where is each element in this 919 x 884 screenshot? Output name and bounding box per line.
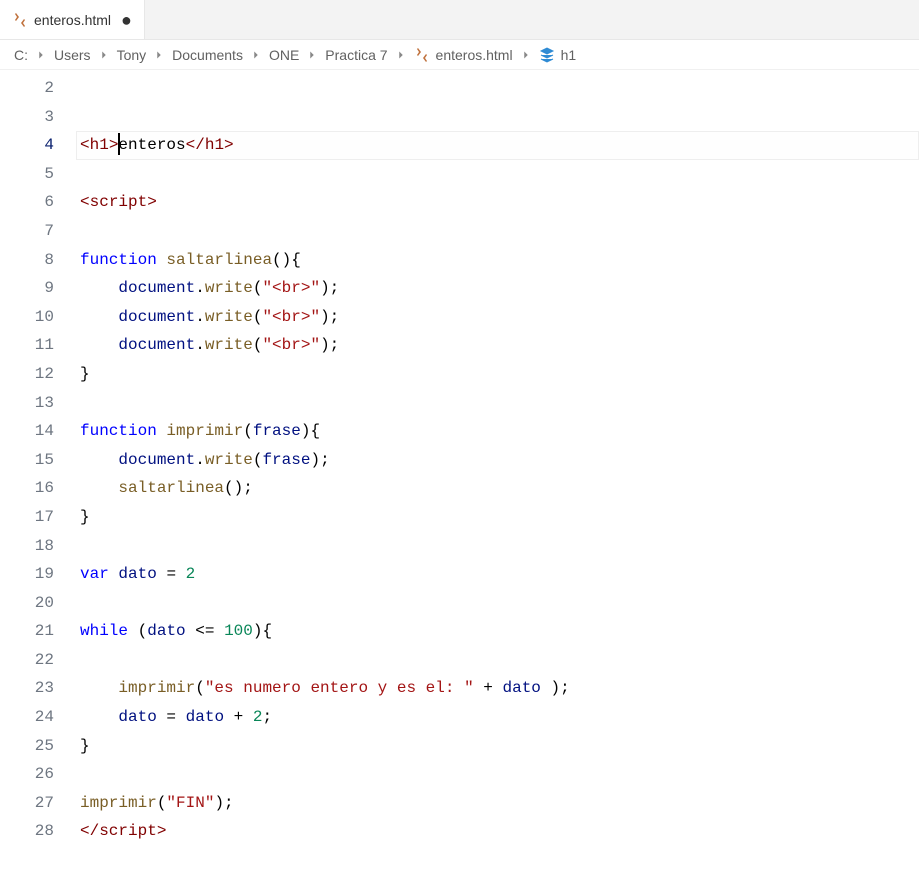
- chevron-right-icon: [249, 48, 263, 62]
- line-number[interactable]: 11: [0, 331, 54, 360]
- line-number[interactable]: 17: [0, 503, 54, 532]
- html-file-icon: [414, 47, 430, 63]
- chevron-right-icon: [97, 48, 111, 62]
- html-file-icon: [12, 12, 28, 28]
- line-number[interactable]: 9: [0, 274, 54, 303]
- code-line[interactable]: document.write("<br>");: [76, 303, 919, 332]
- line-number[interactable]: 20: [0, 589, 54, 618]
- code-line[interactable]: dato = dato + 2;: [76, 703, 919, 732]
- line-number[interactable]: 27: [0, 789, 54, 818]
- breadcrumb: C: Users Tony Documents ONE Practica 7 e…: [0, 40, 919, 70]
- code-line[interactable]: [76, 74, 919, 103]
- code-line[interactable]: function imprimir(frase){: [76, 417, 919, 446]
- line-number[interactable]: 18: [0, 532, 54, 561]
- line-number[interactable]: 26: [0, 760, 54, 789]
- line-number[interactable]: 16: [0, 474, 54, 503]
- breadcrumb-part[interactable]: ONE: [269, 47, 299, 63]
- line-number[interactable]: 13: [0, 389, 54, 418]
- line-number[interactable]: 25: [0, 732, 54, 761]
- line-number[interactable]: 19: [0, 560, 54, 589]
- breadcrumb-symbol[interactable]: h1: [561, 47, 577, 63]
- line-number[interactable]: 10: [0, 303, 54, 332]
- code-line[interactable]: [76, 103, 919, 132]
- tab-filename: enteros.html: [34, 12, 111, 28]
- line-number[interactable]: 21: [0, 617, 54, 646]
- breadcrumb-part[interactable]: C:: [14, 47, 28, 63]
- tab-enteros[interactable]: enteros.html ●: [0, 0, 145, 39]
- breadcrumb-part[interactable]: Users: [54, 47, 91, 63]
- line-number[interactable]: 5: [0, 160, 54, 189]
- line-number[interactable]: 4: [0, 131, 54, 160]
- breadcrumb-part[interactable]: Tony: [117, 47, 147, 63]
- breadcrumb-file[interactable]: enteros.html: [436, 47, 513, 63]
- chevron-right-icon: [394, 48, 408, 62]
- code-line[interactable]: <script>: [76, 188, 919, 217]
- code-line[interactable]: }: [76, 360, 919, 389]
- code-line[interactable]: document.write(frase);: [76, 446, 919, 475]
- tab-bar: enteros.html ●: [0, 0, 919, 40]
- code-line[interactable]: [76, 160, 919, 189]
- text-cursor: [118, 133, 120, 155]
- code-line[interactable]: <h1>enteros</h1>: [76, 131, 919, 160]
- line-number[interactable]: 12: [0, 360, 54, 389]
- code-line[interactable]: imprimir("FIN");: [76, 789, 919, 818]
- code-line[interactable]: [76, 217, 919, 246]
- code-line[interactable]: while (dato <= 100){: [76, 617, 919, 646]
- code-line[interactable]: document.write("<br>");: [76, 331, 919, 360]
- code-line[interactable]: }: [76, 503, 919, 532]
- line-number[interactable]: 22: [0, 646, 54, 675]
- chevron-right-icon: [519, 48, 533, 62]
- code-editor[interactable]: 2345678910111213141516171819202122232425…: [0, 70, 919, 884]
- code-line[interactable]: [76, 646, 919, 675]
- line-number[interactable]: 6: [0, 188, 54, 217]
- line-number[interactable]: 7: [0, 217, 54, 246]
- modified-indicator-icon: ●: [121, 11, 132, 29]
- line-number[interactable]: 23: [0, 674, 54, 703]
- symbol-icon: [539, 47, 555, 63]
- chevron-right-icon: [152, 48, 166, 62]
- code-line[interactable]: document.write("<br>");: [76, 274, 919, 303]
- breadcrumb-part[interactable]: Practica 7: [325, 47, 387, 63]
- code-line[interactable]: saltarlinea();: [76, 474, 919, 503]
- code-line[interactable]: function saltarlinea(){: [76, 246, 919, 275]
- code-content[interactable]: <h1>enteros</h1> <script> function saltarl…: [76, 70, 919, 884]
- line-number[interactable]: 8: [0, 246, 54, 275]
- code-line[interactable]: var dato = 2: [76, 560, 919, 589]
- chevron-right-icon: [305, 48, 319, 62]
- breadcrumb-part[interactable]: Documents: [172, 47, 243, 63]
- line-number[interactable]: 3: [0, 103, 54, 132]
- line-number[interactable]: 2: [0, 74, 54, 103]
- line-number[interactable]: 24: [0, 703, 54, 732]
- code-line[interactable]: [76, 760, 919, 789]
- code-line[interactable]: [76, 389, 919, 418]
- chevron-right-icon: [34, 48, 48, 62]
- line-number-gutter[interactable]: 2345678910111213141516171819202122232425…: [0, 70, 76, 884]
- code-line[interactable]: imprimir("es numero entero y es el: " + …: [76, 674, 919, 703]
- line-number[interactable]: 15: [0, 446, 54, 475]
- code-line[interactable]: }: [76, 732, 919, 761]
- code-line[interactable]: [76, 532, 919, 561]
- line-number[interactable]: 14: [0, 417, 54, 446]
- line-number[interactable]: 28: [0, 817, 54, 846]
- code-line[interactable]: </script>: [76, 817, 919, 846]
- code-line[interactable]: [76, 589, 919, 618]
